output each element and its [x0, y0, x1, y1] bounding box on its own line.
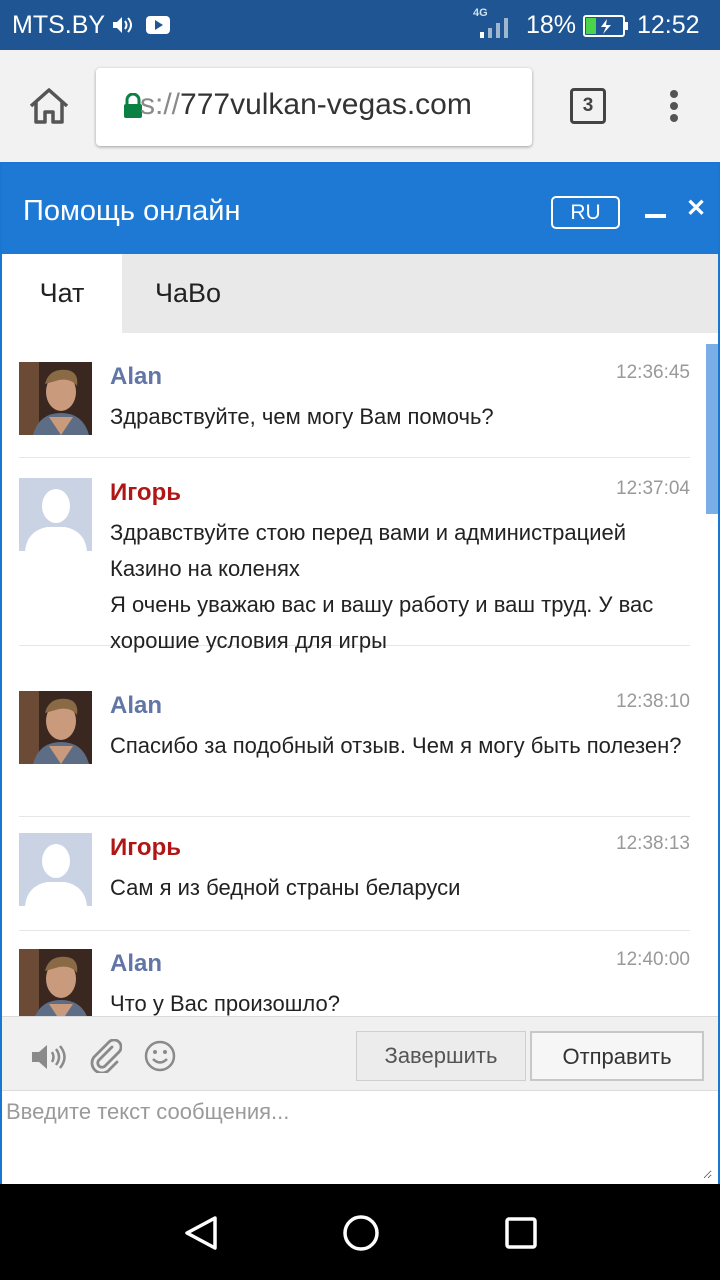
message-time: 12:40:00 — [616, 949, 690, 970]
message-item: Игорь 12:38:13 Сам я из бедной страны бе… — [19, 833, 690, 931]
agent-photo — [19, 362, 92, 435]
language-button[interactable]: RU — [551, 196, 620, 229]
send-button[interactable]: Отправить — [530, 1031, 704, 1081]
tab-faq[interactable]: ЧаВо — [155, 254, 221, 333]
close-icon[interactable]: ✕ — [686, 196, 706, 222]
message-item: Alan 12:40:00 Что у Вас произошло? — [19, 949, 690, 1016]
minimize-icon[interactable] — [645, 214, 666, 218]
avatar — [19, 362, 92, 435]
message-list[interactable]: Alan 12:36:45 Здравствуйте, чем могу Вам… — [2, 333, 718, 1016]
message-author: Игорь — [110, 834, 182, 861]
message-text: Спасибо за подобный отзыв. Чем я могу бы… — [110, 733, 682, 758]
chat-header: Помощь онлайн RU ✕ — [2, 164, 718, 254]
message-author: Игорь — [110, 479, 182, 506]
url-host: 777vulkan-vegas.com — [180, 88, 472, 121]
default-avatar-icon — [25, 844, 87, 906]
message-input-area — [2, 1090, 718, 1186]
back-icon[interactable] — [182, 1215, 220, 1251]
chat-tabs: Чат ЧаВо — [2, 254, 718, 333]
end-chat-button[interactable]: Завершить — [356, 1031, 526, 1081]
message-author: Alan — [110, 692, 163, 719]
avatar — [19, 691, 92, 764]
browser-toolbar: s://777vulkan-vegas.com 3 — [0, 50, 720, 162]
speaker-icon[interactable] — [30, 1043, 70, 1071]
android-nav-bar — [0, 1184, 720, 1280]
avatar — [19, 949, 92, 1016]
avatar — [19, 478, 92, 551]
message-text: Что у Вас произошло? — [110, 991, 340, 1016]
address-bar[interactable]: s://777vulkan-vegas.com — [96, 68, 532, 146]
chat-widget: Помощь онлайн RU ✕ Чат ЧаВо Alan 12:36:4… — [0, 162, 720, 1186]
message-author: Alan — [110, 363, 163, 390]
message-time: 12:38:10 — [616, 691, 690, 712]
avatar — [19, 833, 92, 906]
url-scheme: s:// — [140, 88, 181, 121]
url-text: s://777vulkan-vegas.com — [140, 88, 472, 122]
message-author: Alan — [110, 950, 163, 977]
battery-charging-icon — [583, 15, 628, 37]
youtube-icon — [146, 16, 170, 34]
carrier-name: MTS.BY — [12, 11, 106, 39]
agent-photo — [19, 691, 92, 764]
tabs-icon[interactable]: 3 — [570, 88, 606, 124]
chat-title: Помощь онлайн — [23, 195, 241, 227]
message-item: Игорь 12:37:04 Здравствуйте стою перед в… — [19, 478, 690, 653]
status-bar: MTS.BY 4G 18% 12:52 — [0, 0, 720, 50]
smiley-icon[interactable] — [144, 1040, 176, 1072]
scrollbar-thumb[interactable] — [706, 344, 718, 514]
volume-icon — [113, 17, 132, 33]
message-text: Сам я из бедной страны беларуси — [110, 875, 461, 900]
signal-icon — [480, 18, 508, 38]
home-circle-icon[interactable] — [342, 1214, 380, 1252]
paperclip-icon[interactable] — [88, 1039, 122, 1073]
message-input[interactable] — [6, 1099, 712, 1179]
clock: 12:52 — [637, 11, 700, 39]
default-avatar-icon — [25, 489, 87, 551]
message-item: Alan 12:36:45 Здравствуйте, чем могу Вам… — [19, 362, 690, 458]
message-time: 12:38:13 — [616, 833, 690, 854]
home-icon[interactable] — [28, 86, 70, 126]
recents-icon[interactable] — [504, 1216, 538, 1250]
message-text: Здравствуйте, чем могу Вам помочь? — [110, 404, 494, 429]
agent-photo — [19, 949, 92, 1016]
tab-chat[interactable]: Чат — [2, 254, 122, 333]
message-item: Alan 12:38:10 Спасибо за подобный отзыв.… — [19, 691, 690, 817]
message-time: 12:37:04 — [616, 478, 690, 499]
message-text: Здравствуйте стою перед вами и администр… — [110, 520, 654, 653]
overflow-menu-icon[interactable] — [667, 88, 681, 124]
battery-percent: 18% — [526, 11, 577, 39]
chat-toolbar: Завершить Отправить — [2, 1016, 718, 1090]
message-time: 12:36:45 — [616, 362, 690, 383]
